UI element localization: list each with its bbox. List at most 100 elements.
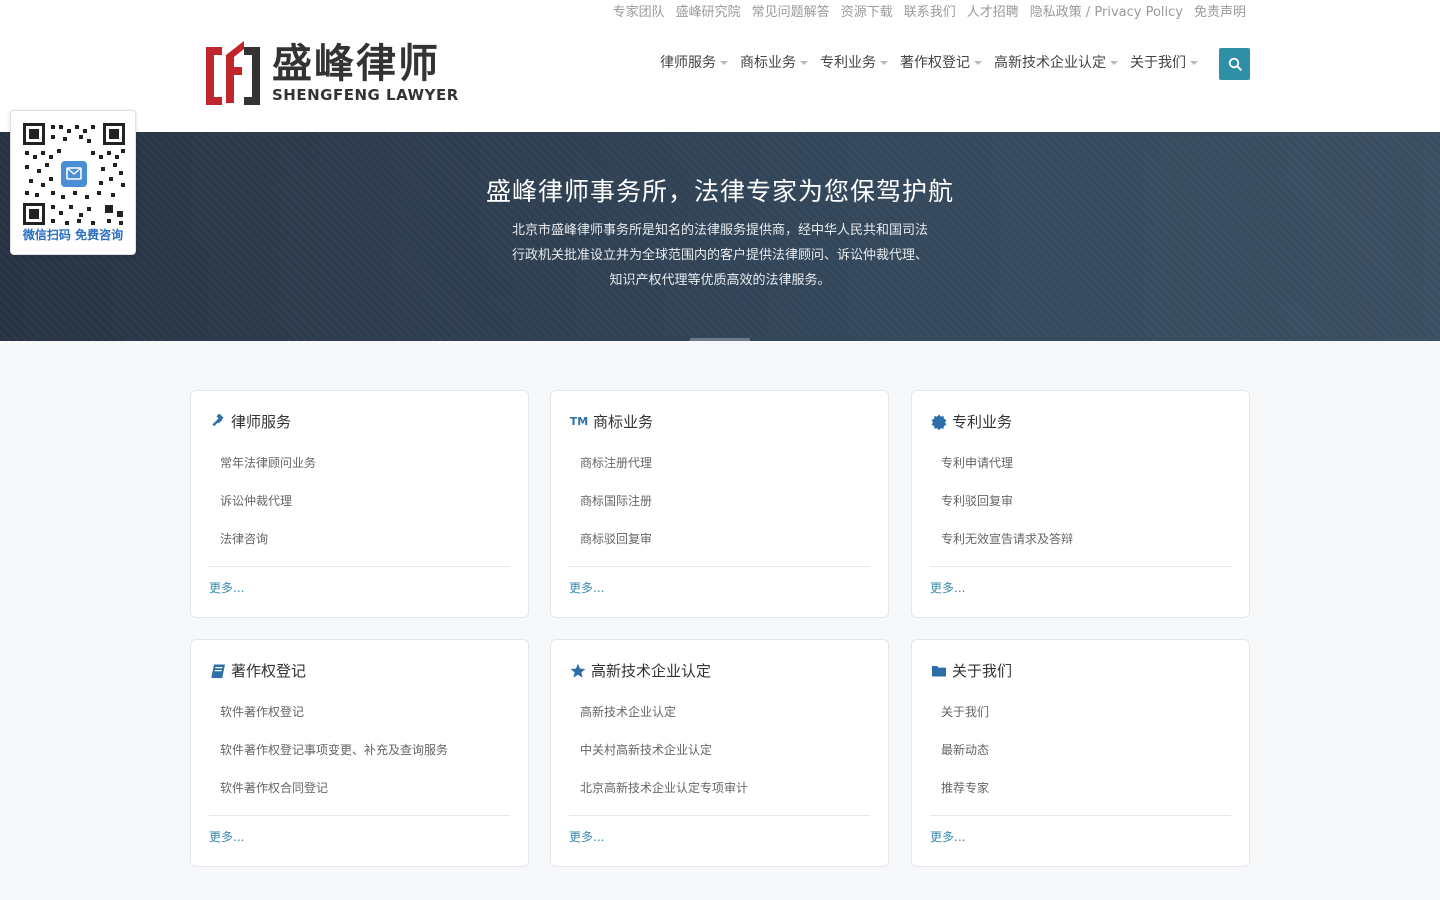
carousel-indicator[interactable] bbox=[690, 338, 750, 341]
list-item[interactable]: 软件著作权合同登记 bbox=[220, 776, 448, 814]
card-title[interactable]: 专利业务 bbox=[930, 410, 1012, 434]
card-copyright: 著作权登记 软件著作权登记 软件著作权登记事项变更、补充及查询服务 软件著作权合… bbox=[190, 639, 529, 867]
list-item[interactable]: 关于我们 bbox=[941, 700, 989, 738]
card-title[interactable]: 著作权登记 bbox=[209, 659, 306, 683]
list-item[interactable]: 商标国际注册 bbox=[580, 489, 652, 527]
site-logo[interactable]: 盛峰律师 SHENGFENG LAWYER bbox=[204, 36, 464, 108]
logo-mark-icon bbox=[204, 37, 262, 107]
list-item[interactable]: 商标注册代理 bbox=[580, 451, 652, 489]
card-title[interactable]: 关于我们 bbox=[930, 659, 1012, 683]
divider bbox=[209, 815, 510, 816]
list-item[interactable]: 法律咨询 bbox=[220, 527, 316, 565]
hero-desc-line: 北京市盛峰律师事务所是知名的法律服务提供商，经中华人民共和国司法 bbox=[511, 223, 928, 238]
card-trademark: TM 商标业务 商标注册代理 商标国际注册 商标驳回复审 更多... bbox=[550, 390, 889, 618]
nav-patent[interactable]: 专利业务 bbox=[820, 52, 888, 74]
card-title[interactable]: 律师服务 bbox=[209, 410, 291, 434]
top-link-experts[interactable]: 专家团队 bbox=[613, 4, 665, 22]
list-item[interactable]: 软件著作权登记 bbox=[220, 700, 448, 738]
card-lawyer-services: 律师服务 常年法律顾问业务 诉讼仲裁代理 法律咨询 更多... bbox=[190, 390, 529, 618]
list-item[interactable]: 北京高新技术企业认定专项审计 bbox=[580, 776, 748, 814]
divider bbox=[569, 815, 870, 816]
card-list: 常年法律顾问业务 诉讼仲裁代理 法律咨询 bbox=[220, 451, 316, 565]
list-item[interactable]: 高新技术企业认定 bbox=[580, 700, 748, 738]
card-about: 关于我们 关于我们 最新动态 推荐专家 更多... bbox=[911, 639, 1250, 867]
nav-trademark[interactable]: 商标业务 bbox=[740, 52, 808, 74]
logo-text: 盛峰律师 SHENGFENG LAWYER bbox=[272, 41, 459, 103]
card-title-text: 专利业务 bbox=[952, 413, 1013, 431]
top-links: 专家团队 盛峰研究院 常见问题解答 资源下载 联系我们 人才招聘 隐私政策 / … bbox=[613, 4, 1246, 22]
list-item[interactable]: 商标驳回复审 bbox=[580, 527, 652, 565]
divider bbox=[930, 566, 1231, 567]
nav-label: 关于我们 bbox=[1130, 55, 1186, 71]
list-item[interactable]: 中关村高新技术企业认定 bbox=[580, 738, 748, 776]
qr-code-icon bbox=[21, 121, 127, 227]
logo-chinese: 盛峰律师 bbox=[272, 41, 440, 87]
top-link-contact[interactable]: 联系我们 bbox=[904, 4, 956, 22]
nav-high-tech[interactable]: 高新技术企业认定 bbox=[994, 52, 1118, 74]
chevron-down-icon bbox=[1190, 61, 1198, 65]
top-link-careers[interactable]: 人才招聘 bbox=[967, 4, 1019, 22]
tm-icon: TM bbox=[569, 415, 589, 428]
more-link[interactable]: 更多... bbox=[930, 827, 965, 847]
card-list: 专利申请代理 专利驳回复审 专利无效宣告请求及答辩 bbox=[941, 451, 1073, 565]
top-link-disclaimer[interactable]: 免责声明 bbox=[1194, 4, 1246, 22]
list-item[interactable]: 专利无效宣告请求及答辩 bbox=[941, 527, 1073, 565]
list-item[interactable]: 专利申请代理 bbox=[941, 451, 1073, 489]
card-title-text: 高新技术企业认定 bbox=[591, 662, 712, 680]
list-item[interactable]: 专利驳回复审 bbox=[941, 489, 1073, 527]
book-icon bbox=[209, 662, 227, 680]
card-patent: 专利业务 专利申请代理 专利驳回复审 专利无效宣告请求及答辩 更多... bbox=[911, 390, 1250, 618]
top-link-institute[interactable]: 盛峰研究院 bbox=[676, 4, 741, 22]
search-icon bbox=[1228, 57, 1242, 71]
more-link[interactable]: 更多... bbox=[209, 827, 244, 847]
card-title-text: 商标业务 bbox=[593, 413, 654, 431]
list-item[interactable]: 软件著作权登记事项变更、补充及查询服务 bbox=[220, 738, 448, 776]
hero-description: 北京市盛峰律师事务所是知名的法律服务提供商，经中华人民共和国司法 行政机关批准设… bbox=[470, 218, 970, 293]
more-link[interactable]: 更多... bbox=[569, 578, 604, 598]
top-link-faq[interactable]: 常见问题解答 bbox=[752, 4, 830, 22]
divider bbox=[209, 566, 510, 567]
nav-label: 律师服务 bbox=[660, 55, 716, 71]
more-link[interactable]: 更多... bbox=[209, 578, 244, 598]
card-list: 高新技术企业认定 中关村高新技术企业认定 北京高新技术企业认定专项审计 bbox=[580, 700, 748, 814]
wechat-qr-widget[interactable]: 微信扫码 免费咨询 bbox=[10, 110, 136, 255]
hero-desc-line: 知识产权代理等优质高效的法律服务。 bbox=[609, 273, 831, 288]
card-title-text: 律师服务 bbox=[231, 413, 292, 431]
chevron-down-icon bbox=[1110, 61, 1118, 65]
more-link[interactable]: 更多... bbox=[930, 578, 965, 598]
nav-about[interactable]: 关于我们 bbox=[1130, 52, 1198, 74]
card-title-text: 关于我们 bbox=[952, 662, 1013, 680]
main-nav: 律师服务 商标业务 专利业务 著作权登记 高新技术企业认定 关于我们 bbox=[660, 52, 1198, 74]
top-link-privacy[interactable]: 隐私政策 / Privacy Policy bbox=[1030, 4, 1183, 22]
gavel-icon bbox=[209, 413, 227, 431]
list-item[interactable]: 常年法律顾问业务 bbox=[220, 451, 316, 489]
hero-banner: 盛峰律师事务所，法律专家为您保驾护航 北京市盛峰律师事务所是知名的法律服务提供商… bbox=[0, 132, 1440, 341]
chevron-down-icon bbox=[880, 61, 888, 65]
card-list: 关于我们 最新动态 推荐专家 bbox=[941, 700, 989, 814]
card-high-tech: 高新技术企业认定 高新技术企业认定 中关村高新技术企业认定 北京高新技术企业认定… bbox=[550, 639, 889, 867]
chevron-down-icon bbox=[974, 61, 982, 65]
card-title[interactable]: 高新技术企业认定 bbox=[569, 659, 711, 683]
list-item[interactable]: 最新动态 bbox=[941, 738, 989, 776]
hero-title: 盛峰律师事务所，法律专家为您保驾护航 bbox=[485, 177, 954, 206]
card-title[interactable]: TM 商标业务 bbox=[569, 410, 653, 434]
search-button[interactable] bbox=[1219, 48, 1250, 80]
chevron-down-icon bbox=[720, 61, 728, 65]
card-list: 商标注册代理 商标国际注册 商标驳回复审 bbox=[580, 451, 652, 565]
card-list: 软件著作权登记 软件著作权登记事项变更、补充及查询服务 软件著作权合同登记 bbox=[220, 700, 448, 814]
certificate-icon bbox=[930, 413, 948, 431]
nav-lawyer-services[interactable]: 律师服务 bbox=[660, 52, 728, 74]
folder-icon bbox=[930, 662, 948, 680]
nav-label: 专利业务 bbox=[820, 55, 876, 71]
more-link[interactable]: 更多... bbox=[569, 827, 604, 847]
list-item[interactable]: 诉讼仲裁代理 bbox=[220, 489, 316, 527]
chevron-down-icon bbox=[800, 61, 808, 65]
divider bbox=[569, 566, 870, 567]
logo-english: SHENGFENG LAWYER bbox=[272, 86, 459, 104]
list-item[interactable]: 推荐专家 bbox=[941, 776, 989, 814]
qr-caption: 微信扫码 免费咨询 bbox=[22, 228, 124, 242]
nav-label: 著作权登记 bbox=[900, 55, 970, 71]
top-link-downloads[interactable]: 资源下载 bbox=[841, 4, 893, 22]
nav-copyright[interactable]: 著作权登记 bbox=[900, 52, 982, 74]
site-header: 专家团队 盛峰研究院 常见问题解答 资源下载 联系我们 人才招聘 隐私政策 / … bbox=[0, 0, 1440, 132]
